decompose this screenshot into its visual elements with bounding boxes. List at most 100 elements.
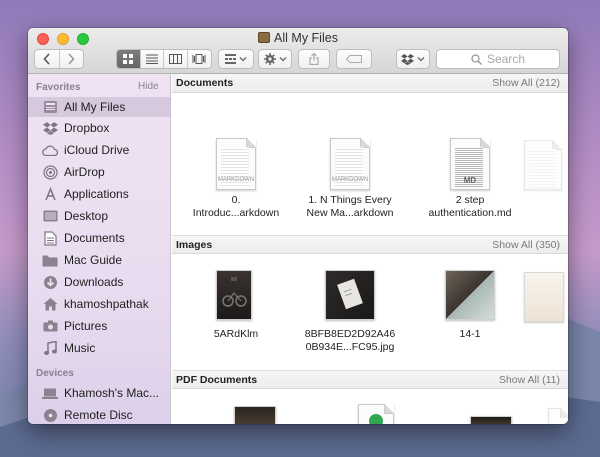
title-bar: All My Files Search <box>28 28 568 74</box>
sidebar-item-label: Music <box>64 341 96 355</box>
sidebar: Favorites Hide All My Files Dropbox iClo… <box>28 74 171 424</box>
share-button[interactable] <box>298 49 330 69</box>
icon-view-button[interactable] <box>117 50 141 68</box>
favorites-header: Favorites <box>36 82 81 93</box>
file-name-line1: 1. N Things Every <box>308 194 392 206</box>
markdown-file-icon: MARKDOWN <box>216 138 256 190</box>
column-view-button[interactable] <box>164 50 188 68</box>
sidebar-item-label: iCloud Drive <box>64 143 130 157</box>
search-field[interactable]: Search <box>436 49 560 69</box>
list-icon <box>145 54 158 64</box>
partial-pdf-icon[interactable] <box>548 408 568 424</box>
sidebar-item-pictures[interactable]: Pictures <box>28 316 170 336</box>
sidebar-item-dropbox[interactable]: Dropbox <box>28 118 170 138</box>
section-title: Documents <box>176 77 234 89</box>
file-item[interactable]: 8BFB8ED2D92A46 0B934E...FC95.jpg <box>300 270 400 353</box>
list-view-button[interactable] <box>141 50 164 68</box>
chevron-down-icon <box>239 57 247 62</box>
arrange-icon <box>225 54 236 64</box>
tags-button[interactable] <box>336 49 372 69</box>
folder-icon <box>42 252 58 268</box>
chevron-left-icon <box>43 53 50 65</box>
home-icon <box>42 296 58 312</box>
documents-show-all-link[interactable]: Show All (212) <box>492 77 560 89</box>
sidebar-item-label: Applications <box>64 187 129 201</box>
partial-document-icon[interactable] <box>524 140 562 190</box>
sidebar-item-documents[interactable]: Documents <box>28 228 170 248</box>
sidebar-item-label: Pictures <box>64 319 108 333</box>
sidebar-item-label: Documents <box>64 231 125 245</box>
file-item[interactable]: MARKDOWN 1. N Things Every New Ma...arkd… <box>300 138 400 219</box>
documents-section-header: Documents Show All (212) <box>172 74 568 93</box>
disc-icon <box>42 407 58 423</box>
sidebar-item-label: khamoshpathak <box>64 297 149 311</box>
partial-image-thumbnail[interactable] <box>524 272 564 322</box>
cover-flow-button[interactable] <box>188 50 211 68</box>
forward-button[interactable] <box>60 50 84 68</box>
sidebar-item-music[interactable]: Music <box>28 338 170 358</box>
file-name-line1: 0. <box>231 194 241 206</box>
music-icon <box>42 340 58 356</box>
view-mode-buttons <box>116 49 212 69</box>
pdf-show-all-link[interactable]: Show All (11) <box>499 374 560 386</box>
cover-flow-icon <box>192 54 206 64</box>
markdown-file-icon: MARKDOWN <box>330 138 370 190</box>
sidebar-item-all-my-files[interactable]: All My Files <box>28 97 170 117</box>
file-item[interactable]: MARKDOWN 0. Introduc...arkdown <box>186 138 286 219</box>
camera-icon <box>42 318 58 334</box>
file-name-line1: 14-1 <box>459 328 481 340</box>
sidebar-item-remote-disc[interactable]: Remote Disc <box>28 405 170 424</box>
pdf-thumbnail[interactable] <box>234 406 276 424</box>
sidebar-item-applications[interactable]: Applications <box>28 184 170 204</box>
applications-icon <box>42 186 58 202</box>
file-name-line2: 0B934E...FC95.jpg <box>305 341 395 353</box>
md-file-icon: MD <box>450 138 490 190</box>
sidebar-item-desktop[interactable]: Desktop <box>28 206 170 226</box>
downloads-icon <box>42 274 58 290</box>
dropbox-icon <box>42 120 58 136</box>
file-item[interactable]: MD 2 step authentication.md <box>420 138 520 219</box>
arrange-button[interactable] <box>218 49 254 69</box>
sidebar-item-icloud-drive[interactable]: iCloud Drive <box>28 140 170 160</box>
file-item[interactable]: 14-1 <box>420 270 520 350</box>
section-title: PDF Documents <box>176 374 258 386</box>
images-show-all-link[interactable]: Show All (350) <box>492 239 560 251</box>
gear-icon <box>263 53 276 65</box>
pdf-section-header: PDF Documents Show All (11) <box>172 370 568 389</box>
images-section-header: Images Show All (350) <box>172 235 568 254</box>
sidebar-item-label: AirDrop <box>64 165 105 179</box>
pdf-thumbnail[interactable] <box>470 416 512 424</box>
grid-icon <box>122 53 133 64</box>
search-placeholder: Search <box>486 52 526 66</box>
sidebar-item-mac-guide[interactable]: Mac Guide <box>28 250 170 270</box>
navigation-buttons <box>34 49 84 69</box>
sidebar-item-downloads[interactable]: Downloads <box>28 272 170 292</box>
file-name-line2: Introduc...arkdown <box>192 207 280 219</box>
laptop-icon <box>42 385 58 401</box>
all-files-icon <box>258 32 271 43</box>
sidebar-item-label: Mac Guide <box>64 253 123 267</box>
file-name-line1: 5ARdKlm <box>213 328 259 340</box>
sidebar-item-label: Khamosh's Mac... <box>64 386 159 400</box>
sidebar-item-label: Desktop <box>64 209 109 223</box>
back-button[interactable] <box>35 50 60 68</box>
chevron-right-icon <box>68 53 75 65</box>
dropbox-button[interactable] <box>396 49 430 69</box>
file-name-line1: 8BFB8ED2D92A46 <box>304 328 396 340</box>
file-browser: Documents Show All (212) MARKDOWN 0. Int… <box>172 74 568 424</box>
airdrop-icon <box>42 164 58 180</box>
file-item[interactable]: 5ARdKlm <box>186 270 286 350</box>
tag-icon <box>346 55 362 63</box>
pdf-thumbnail[interactable] <box>358 404 394 424</box>
photo-thumbnail <box>445 270 495 320</box>
action-button[interactable] <box>258 49 292 69</box>
sidebar-item-label: Downloads <box>64 275 124 289</box>
hide-favorites-button[interactable]: Hide <box>138 81 159 92</box>
sidebar-item-airdrop[interactable]: AirDrop <box>28 162 170 182</box>
dropbox-icon <box>401 53 414 65</box>
window-title: All My Files <box>28 31 568 45</box>
sidebar-item-mac[interactable]: Khamosh's Mac... <box>28 383 170 403</box>
file-name-line2: authentication.md <box>428 207 512 219</box>
chevron-down-icon <box>417 57 425 62</box>
sidebar-item-home[interactable]: khamoshpathak <box>28 294 170 314</box>
